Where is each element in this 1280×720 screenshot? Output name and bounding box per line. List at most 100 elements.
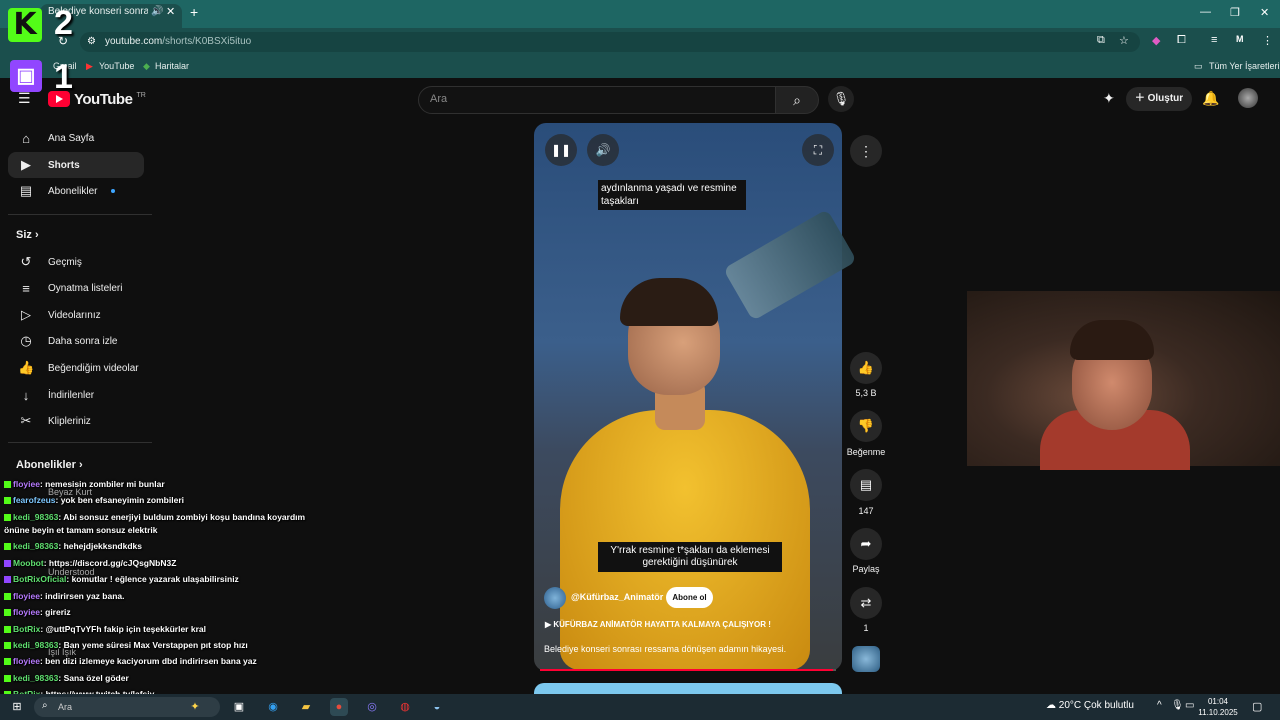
- chat-message: floyiee: ben dizi izlemeye kaciyorum dbd…: [4, 656, 257, 666]
- new-tab-button[interactable]: +: [190, 4, 198, 20]
- url-text[interactable]: youtube.com/shorts/K0BSXi5ituo: [105, 36, 251, 47]
- youtube-logo[interactable]: YouTube TR: [48, 90, 146, 108]
- sound-thumbnail[interactable]: [852, 646, 880, 672]
- chat-text: : yok ben efsaneyimin zombileri: [55, 495, 184, 505]
- search-button[interactable]: ⌕: [775, 86, 819, 114]
- sidebar-item-home[interactable]: ⌂ Ana Sayfa: [8, 125, 144, 151]
- subscriptions-section-heading[interactable]: Abonelikler ›: [16, 459, 83, 471]
- edge-icon[interactable]: ◉: [264, 698, 282, 716]
- browser-menu-icon[interactable]: ⋮: [1262, 34, 1273, 47]
- kick-badge-icon: [4, 514, 11, 522]
- chat-text: : indirirsen yaz bana.: [39, 591, 125, 601]
- remix-count: 1: [863, 623, 869, 633]
- chat-text: : Ban yeme süresi Max Verstappen pıt sto…: [58, 640, 248, 650]
- video-progress-bar[interactable]: [540, 669, 836, 671]
- sidebar-item-watch-later[interactable]: ◷ Daha sonra izle: [8, 328, 144, 354]
- chat-message: floyiee: indirirsen yaz bana.: [4, 591, 125, 601]
- sidebar-item-label: Klipleriniz: [48, 415, 91, 427]
- extension-icon[interactable]: ◆: [1152, 34, 1160, 47]
- create-button[interactable]: ＋ Oluştur: [1126, 87, 1192, 111]
- weather-widget[interactable]: ☁ 20°C Çok bulutlu: [1046, 700, 1134, 711]
- microphone-icon: 🎙: [832, 91, 850, 106]
- sidebar-item-clips[interactable]: ✂ Klipleriniz: [8, 408, 144, 434]
- sidebar-item-liked[interactable]: 👍 Beğendiğim videolar: [8, 355, 144, 381]
- tab-audio-icon[interactable]: 🔊: [151, 6, 163, 17]
- more-options-button[interactable]: ⋮: [850, 135, 882, 167]
- network-icon[interactable]: ▭: [1185, 700, 1194, 711]
- sidebar-divider: [8, 442, 152, 443]
- chat-text: : nemesisin zombiler mi bunlar: [39, 479, 165, 489]
- sidebar-item-downloads[interactable]: ↓ İndirilenler: [8, 382, 144, 408]
- channel-avatar[interactable]: [544, 587, 566, 609]
- channel-name[interactable]: @Küfürbaz_Animatör: [571, 592, 663, 602]
- sidebar-item-history[interactable]: ↺ Geçmiş: [8, 249, 144, 275]
- restore-icon[interactable]: ❐: [1230, 6, 1240, 19]
- chat-message: kedi_98363: Ban yeme süresi Max Verstapp…: [4, 640, 248, 650]
- search-input[interactable]: [418, 86, 778, 114]
- notification-center-icon[interactable]: ▢: [1252, 700, 1262, 713]
- chat-message: Moobot: https://discord.gg/cJQsgNbN3Z: [4, 558, 176, 568]
- clock-date: 11.10.2025: [1198, 708, 1238, 717]
- chevron-right-icon: ›: [78, 459, 83, 471]
- cast-icon[interactable]: ✦: [1103, 90, 1115, 107]
- chevron-right-icon: ›: [34, 229, 39, 241]
- dislike-button[interactable]: 👎: [850, 410, 882, 442]
- tab-close-icon[interactable]: ✕: [166, 5, 175, 18]
- volume-button[interactable]: 🔊: [587, 134, 619, 166]
- video-title[interactable]: ▶ KÜFÜRBAZ ANİMATÖR HAYATTA KALMAYA ÇALI…: [545, 620, 771, 629]
- steam-icon[interactable]: ◒: [428, 698, 446, 716]
- hamburger-menu-icon[interactable]: ☰: [18, 90, 31, 107]
- discord-icon[interactable]: ◎: [363, 698, 381, 716]
- fullscreen-button[interactable]: ⛶: [802, 134, 834, 166]
- window-close-icon[interactable]: ✕: [1260, 6, 1269, 19]
- microphone-tray-icon[interactable]: 🎙: [1171, 700, 1184, 711]
- bookmark-maps[interactable]: Haritalar: [155, 61, 189, 71]
- bookmark-youtube[interactable]: YouTube: [99, 61, 134, 71]
- volume-icon: 🔊: [595, 143, 611, 157]
- all-bookmarks[interactable]: Tüm Yer İşaretleri: [1209, 61, 1280, 71]
- playlist-icon: ≡: [22, 280, 30, 296]
- bookmark-star-icon[interactable]: ☆: [1119, 34, 1129, 47]
- webcam-hair: [1070, 320, 1154, 360]
- sidebar-item-subscriptions[interactable]: ▤ Abonelikler: [8, 178, 144, 204]
- install-app-icon[interactable]: ⧉: [1097, 34, 1105, 47]
- chat-username: BotRix: [13, 624, 41, 634]
- comments-button[interactable]: ▤: [850, 469, 882, 501]
- media-control-icon[interactable]: ≡: [1211, 34, 1217, 46]
- like-button[interactable]: 👍: [850, 352, 882, 384]
- taskbar-clock[interactable]: 01:04 11.10.2025: [1198, 696, 1238, 718]
- share-button[interactable]: ➦: [850, 528, 882, 560]
- remix-button[interactable]: ⇄: [850, 587, 882, 619]
- chat-message: kedi_98363: hehejdjekksndkdks: [4, 541, 142, 551]
- sidebar-item-playlists[interactable]: ≡ Oynatma listeleri: [8, 275, 144, 301]
- you-section-heading[interactable]: Siz ›: [16, 229, 39, 241]
- chrome-icon[interactable]: ●: [330, 698, 348, 716]
- task-view-icon[interactable]: ▣: [230, 698, 248, 716]
- site-info-icon[interactable]: ⚙: [87, 36, 96, 47]
- sidebar-item-label: Beğendiğim videolar: [48, 362, 139, 374]
- copilot-sparkle-icon[interactable]: ✦: [186, 698, 204, 716]
- tray-chevron-icon[interactable]: ^: [1157, 700, 1162, 711]
- shorts-icon: ▶: [21, 157, 31, 172]
- profile-icon[interactable]: M: [1236, 34, 1244, 44]
- voice-search-button[interactable]: 🎙: [828, 86, 854, 112]
- file-explorer-icon[interactable]: ▰: [297, 698, 315, 716]
- sidebar-item-label: Shorts: [48, 159, 80, 171]
- youtube-bookmark-icon: ▶: [86, 61, 93, 71]
- your-videos-icon: ▷: [21, 307, 31, 322]
- obs-icon[interactable]: ◍: [396, 698, 414, 716]
- subscribe-button[interactable]: Abone ol: [666, 587, 713, 608]
- sidebar-item-your-videos[interactable]: ▷ Videolarınız: [8, 302, 144, 328]
- minimize-icon[interactable]: —: [1200, 6, 1211, 18]
- account-avatar[interactable]: [1238, 88, 1258, 108]
- search-placeholder: Ara: [430, 93, 448, 105]
- extensions-puzzle-icon[interactable]: ⧠: [1177, 34, 1186, 47]
- notifications-bell-icon[interactable]: 🔔: [1202, 90, 1219, 107]
- pause-button[interactable]: ❚❚: [545, 134, 577, 166]
- kick-badge-icon: [4, 675, 11, 683]
- chat-text: : https://discord.gg/cJQsgNbN3Z: [43, 558, 177, 568]
- sidebar-item-label: İndirilenler: [48, 389, 95, 401]
- kick-badge-icon: [4, 658, 11, 666]
- sidebar-item-shorts[interactable]: ▶ Shorts: [8, 152, 144, 178]
- start-icon[interactable]: ⊞: [8, 698, 26, 716]
